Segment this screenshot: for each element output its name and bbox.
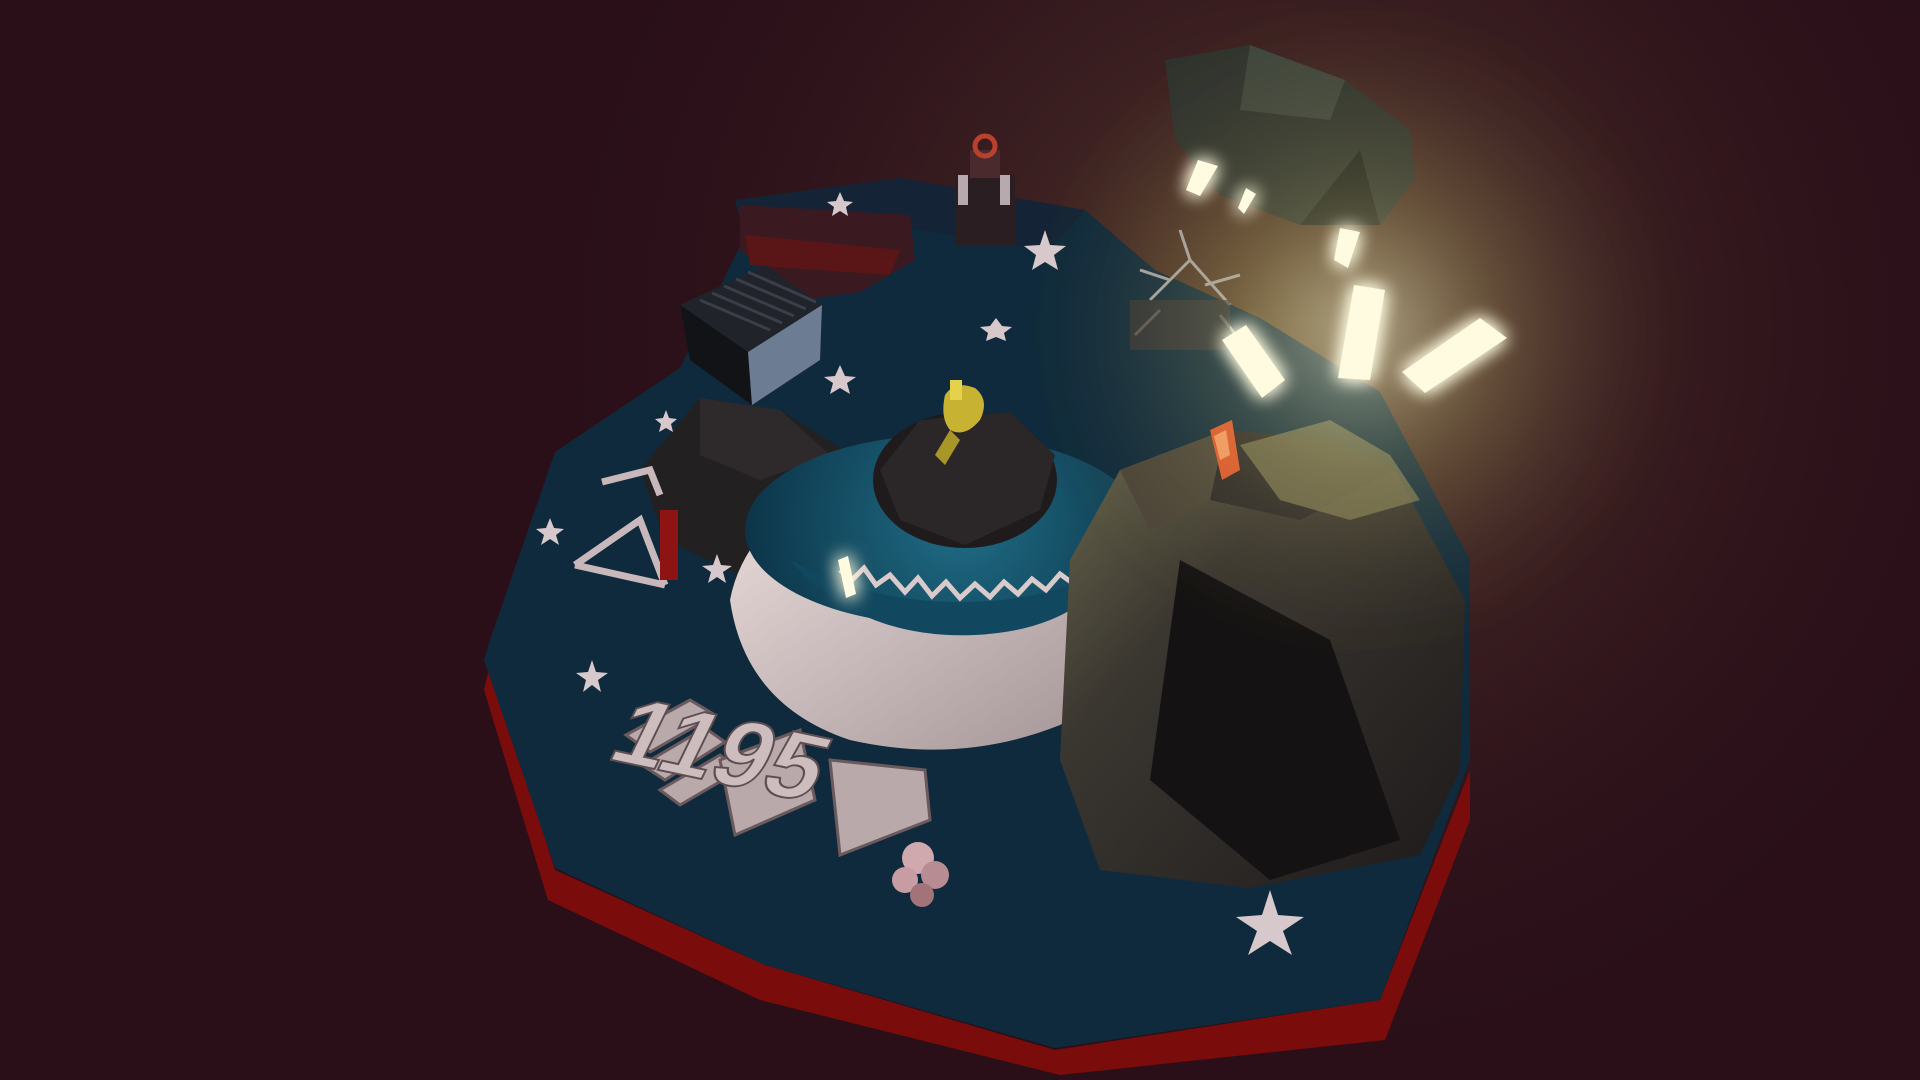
center-mound (873, 412, 1057, 548)
diorama-scene: 1195 (0, 0, 1920, 1080)
red-post (660, 510, 678, 580)
render-viewport: 1195 (0, 0, 1920, 1080)
